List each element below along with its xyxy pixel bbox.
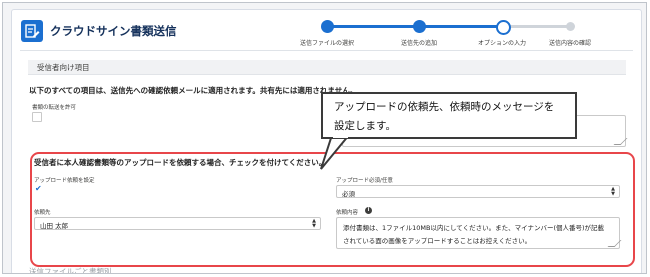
upload-required-select[interactable]: 必須 ▲ ▼ [336,185,620,198]
select-arrows-icon: ▲ ▼ [312,218,316,229]
window-frame: クラウドサイン書類送信 送信ファイルの選択 送信先の追加 オプションの入力 送信… [2,2,647,274]
step-label-confirm: 送信内容の確認 [548,40,592,47]
upload-required-value: 必須 [342,190,355,198]
document-edit-icon [21,20,43,42]
callout-line-2: 設定します。 [334,120,396,132]
requestee-value: 山田 太郎 [40,222,69,230]
main-card: クラウドサイン書類送信 送信ファイルの選択 送信先の追加 オプションの入力 送信… [11,9,642,274]
requestee-label: 依頼先 [34,210,51,216]
select-arrows-icon: ▲ ▼ [611,186,615,197]
upload-note: 受信者に本人確認書類等のアップロードを依頼する場合、チェックを付けてください。 [34,158,327,167]
message-line-2: されている面の画像をアップロードすることはお控えください。 [343,237,532,245]
step-4-pending-icon [566,22,575,31]
step-3-active-icon [496,20,511,35]
upload-section-highlight [30,152,635,267]
step-2-done-icon [413,20,426,33]
message-line-1: 添付書類は、1ファイル10MB以内にしてください。また、マイナンバー(個人番号)… [343,224,605,232]
transfer-checkbox[interactable] [32,112,42,122]
step-label-file[interactable]: 送信ファイルの選択 [300,38,354,47]
callout-bubble: アップロードの依頼先、依頼時のメッセージを 設定します。 [321,92,577,139]
upload-required-label: アップロード必須/任意 [336,178,393,184]
section-header: 受信者向け項目 [28,60,626,75]
section-title: 受信者向け項目 [37,63,90,72]
step-1-done-icon [321,20,334,33]
next-section-fragment: 送信ファイルごと書類別 [29,267,112,274]
requestee-select[interactable]: 山田 太郎 ▲ ▼ [34,217,321,230]
transfer-label: 書類の転送を許可 [32,105,77,111]
step-label-recipient[interactable]: 送信先の追加 [401,38,437,47]
section-note: 以下のすべての項目は、送信先への確認依頼メールに適用されます。共有先には適用され… [29,86,358,95]
message-label: 依頼内容 [336,210,359,216]
resize-handle-icon[interactable] [613,138,628,145]
callout-line-1: アップロードの依頼先、依頼時のメッセージを [334,101,555,113]
upload-request-checkbox-checked-icon[interactable]: ✔ [35,185,42,193]
step-label-options[interactable]: オプションの入力 [478,38,526,47]
upload-request-label: アップロード依頼を設定 [34,178,95,184]
info-icon[interactable]: i [365,207,372,214]
page-title: クラウドサイン書類送信 [50,24,177,38]
header-divider [20,50,633,51]
resize-handle-icon[interactable] [607,240,622,247]
message-textarea[interactable]: 添付書類は、1ファイル10MB以内にしてください。また、マイナンバー(個人番号)… [336,217,622,249]
